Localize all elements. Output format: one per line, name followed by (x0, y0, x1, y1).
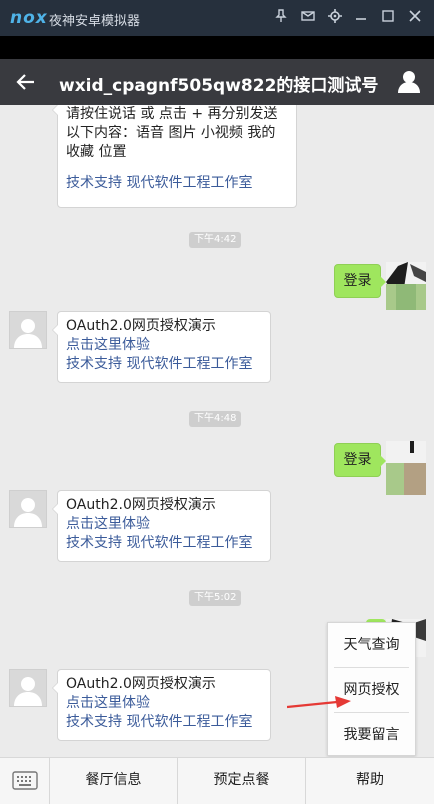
support-link[interactable]: 技术支持 现代软件工程工作室 (66, 534, 262, 553)
incoming-message: OAuth2.0网页授权演示 点击这里体验 技术支持 现代软件工程工作室 (52, 311, 271, 383)
submenu-item-leave-message[interactable]: 我要留言 (328, 713, 415, 757)
nox-logo: nox (10, 8, 48, 28)
status-bar (0, 36, 434, 59)
outgoing-message: 登录 (334, 443, 386, 477)
bottom-menu-bar: 餐厅信息 预定点餐 帮助 (0, 757, 434, 804)
experience-link[interactable]: 点击这里体验 (66, 336, 262, 355)
bot-avatar[interactable] (9, 311, 47, 349)
annotation-arrow-icon (286, 693, 353, 713)
menu-help[interactable]: 帮助 (306, 758, 434, 804)
chat-header: wxid_cpagnf505qw822的接口测试号 (0, 59, 434, 105)
message-title: OAuth2.0网页授权演示 (66, 318, 216, 334)
message-icon[interactable] (298, 9, 318, 27)
support-link[interactable]: 技术支持 现代软件工程工作室 (66, 174, 288, 193)
incoming-message: OAuth2.0网页授权演示 点击这里体验 技术支持 现代软件工程工作室 (52, 490, 271, 562)
incoming-message: OAuth2.0网页授权演示 点击这里体验 技术支持 现代软件工程工作室 (52, 669, 271, 741)
submenu-popup: 天气查询 网页授权 我要留言 (327, 622, 416, 756)
maximize-icon[interactable] (378, 9, 398, 27)
settings-icon[interactable] (325, 9, 345, 27)
profile-icon[interactable] (396, 68, 424, 96)
keyboard-icon[interactable] (0, 758, 50, 804)
support-link[interactable]: 技术支持 现代软件工程工作室 (66, 713, 262, 732)
message-line: 以下内容：语音 图片 小视频 我的 (66, 125, 276, 141)
support-link[interactable]: 技术支持 现代软件工程工作室 (66, 355, 262, 374)
close-icon[interactable] (405, 9, 425, 27)
message-line: 请按住说话 或 点击 + 再分别发送 (66, 106, 278, 122)
message-line: 收藏 位置 (66, 144, 127, 160)
user-avatar[interactable] (386, 262, 426, 310)
back-arrow-icon[interactable] (12, 66, 40, 98)
menu-reserve-order[interactable]: 预定点餐 (178, 758, 306, 804)
emulator-title-bar: nox 夜神安卓模拟器 (0, 0, 434, 36)
outgoing-message: 登录 (334, 264, 386, 298)
pin-icon[interactable] (271, 9, 291, 27)
bot-avatar[interactable] (9, 669, 47, 707)
message-title: OAuth2.0网页授权演示 (66, 676, 216, 692)
bot-avatar[interactable] (9, 490, 47, 528)
experience-link[interactable]: 点击这里体验 (66, 515, 262, 534)
user-avatar[interactable] (386, 441, 426, 495)
timestamp: 下午5:02 (189, 590, 242, 606)
timestamp: 下午4:42 (189, 232, 242, 248)
submenu-item-weather[interactable]: 天气查询 (328, 623, 415, 667)
experience-link[interactable]: 点击这里体验 (66, 694, 262, 713)
menu-restaurant-info[interactable]: 餐厅信息 (50, 758, 178, 804)
chat-title: wxid_cpagnf505qw822的接口测试号 (59, 76, 379, 96)
message-title: OAuth2.0网页授权演示 (66, 497, 216, 513)
timestamp: 下午4:48 (189, 411, 242, 427)
minimize-icon[interactable] (351, 9, 371, 27)
incoming-message: 请按住说话 或 点击 + 再分别发送 以下内容：语音 图片 小视频 我的 收藏 … (52, 105, 297, 208)
emulator-title: 夜神安卓模拟器 (49, 14, 141, 29)
